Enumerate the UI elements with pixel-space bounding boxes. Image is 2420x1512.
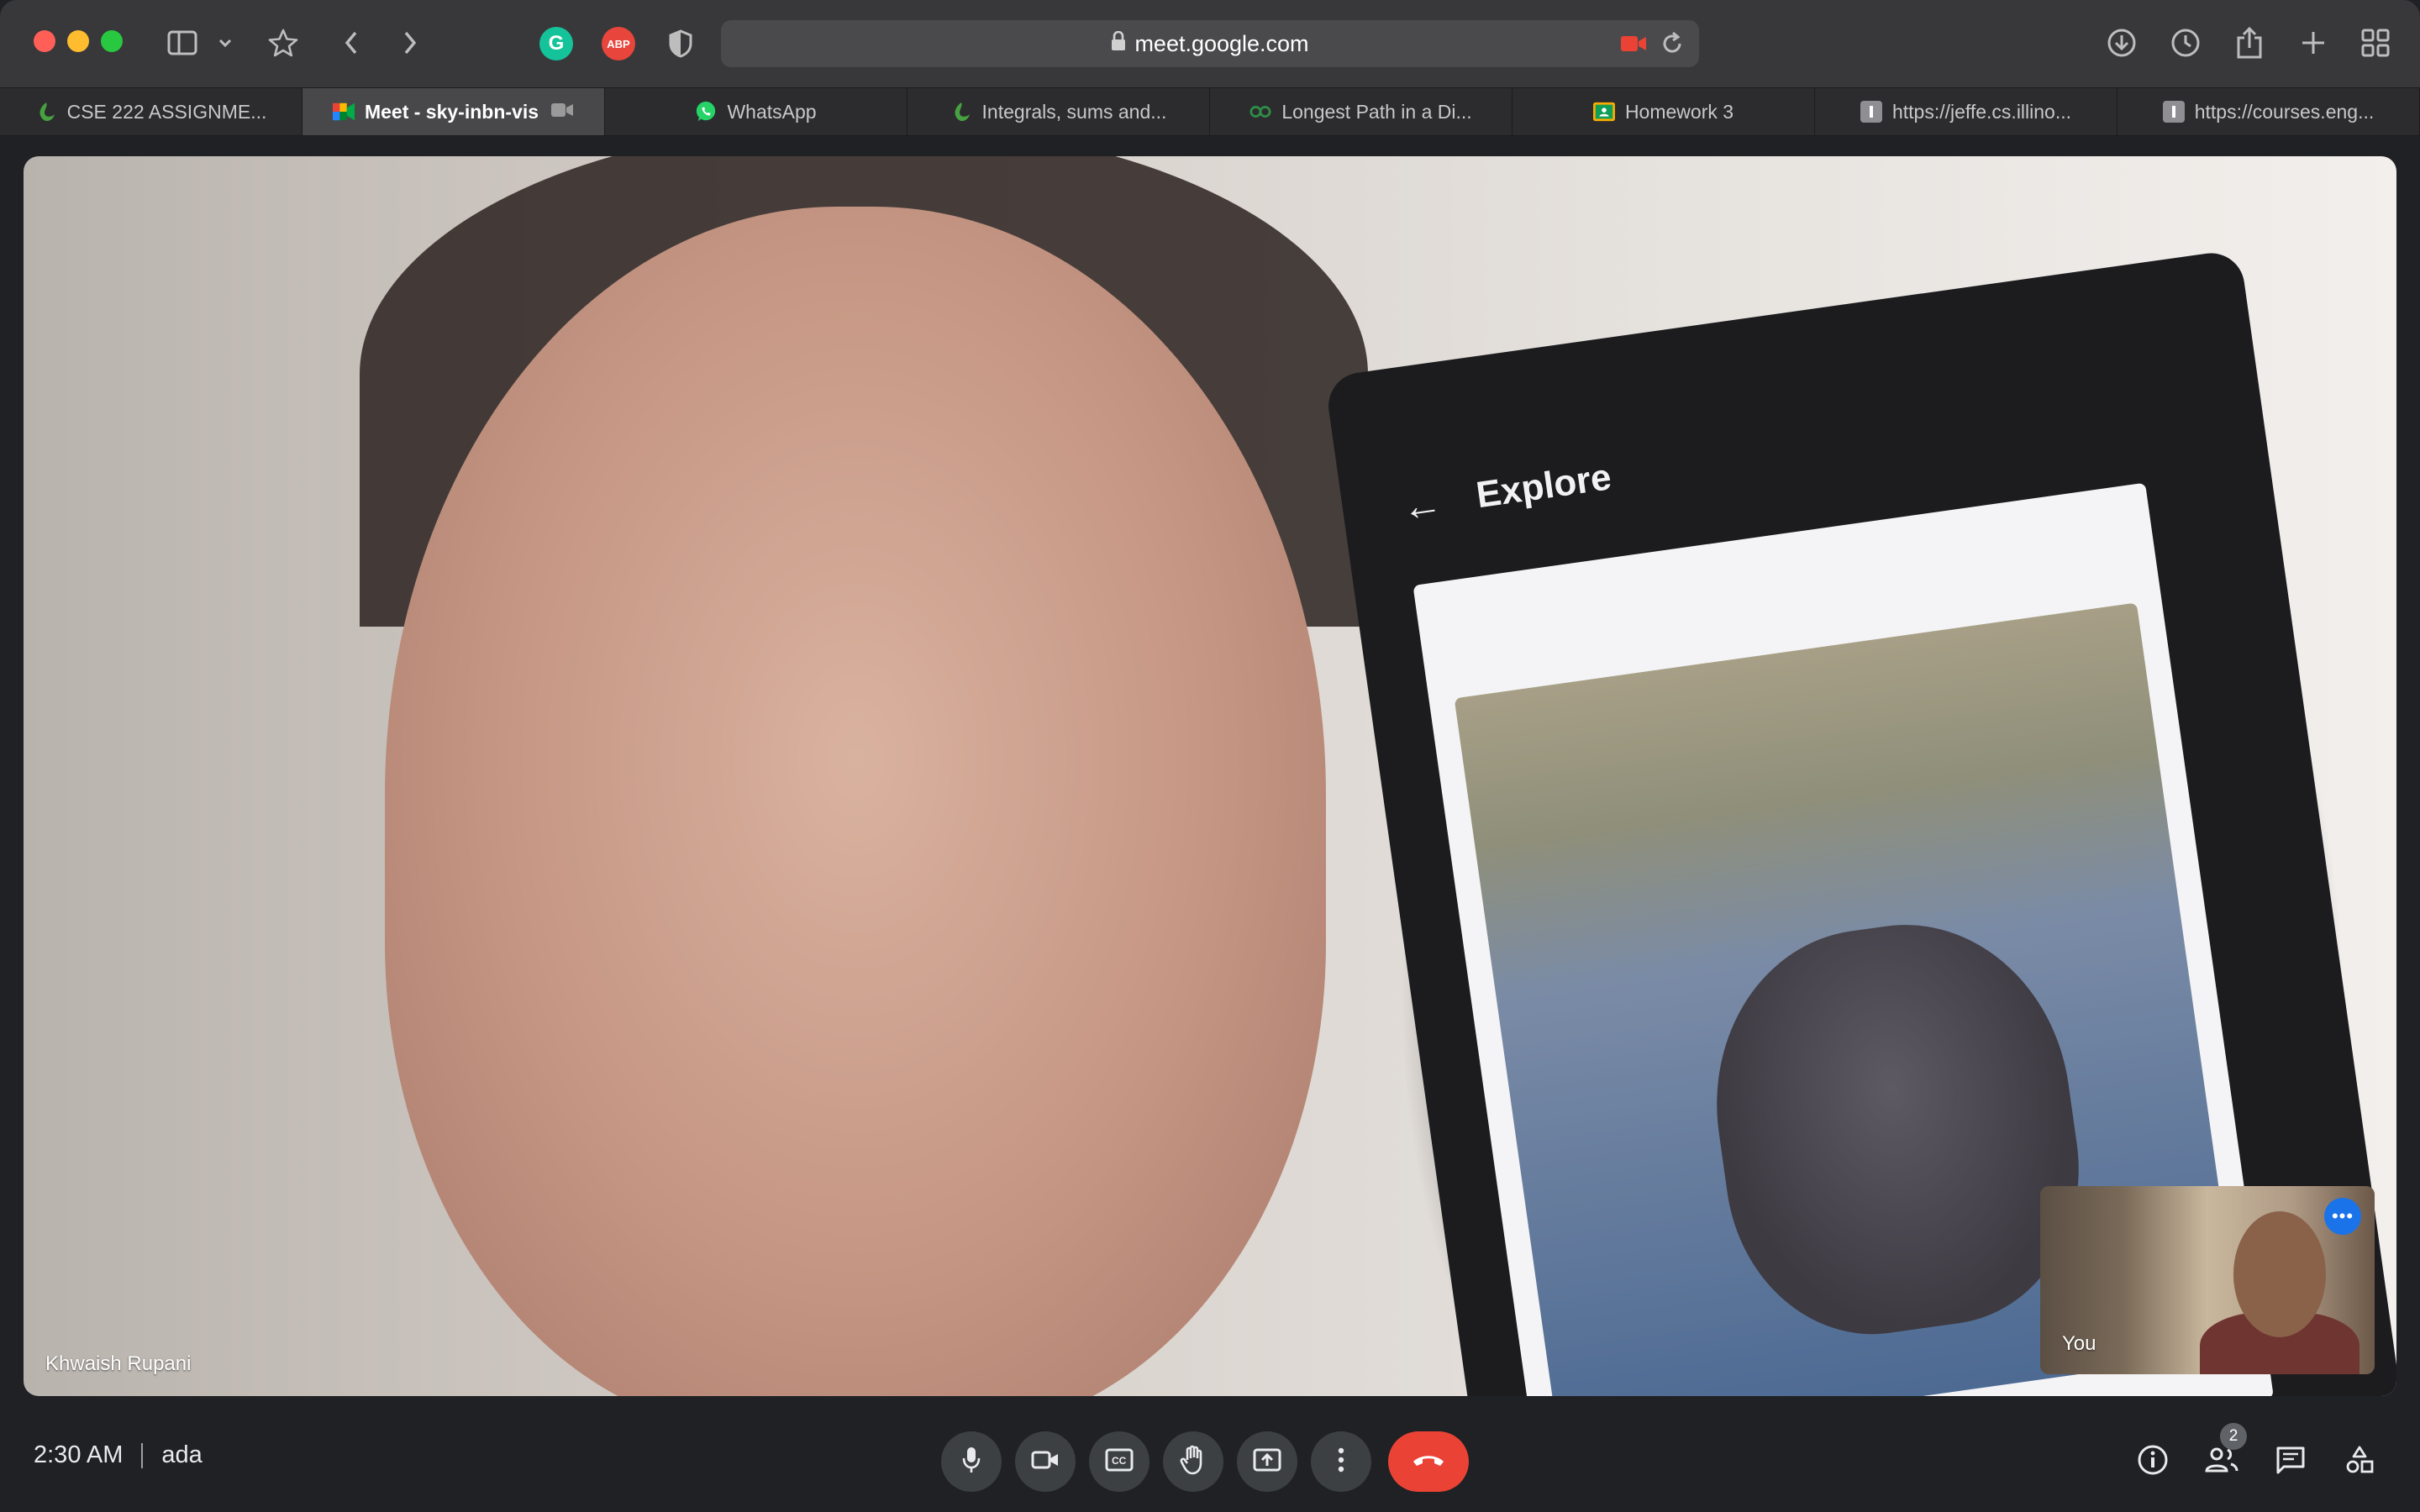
tab-label: https://jeffe.cs.illino... [1891, 100, 2072, 123]
present-screen-button[interactable] [1237, 1431, 1297, 1492]
captions-button[interactable]: CC [1089, 1431, 1150, 1492]
lock-icon [1111, 30, 1126, 57]
tab-integrals-sums[interactable]: Integrals, sums and... [908, 88, 1210, 135]
reload-icon[interactable] [1660, 31, 1684, 62]
participants-button[interactable]: 2 [2202, 1423, 2247, 1482]
new-tab-plus-icon[interactable] [2292, 22, 2334, 64]
meeting-code: ada [161, 1441, 203, 1468]
camera-button[interactable] [1015, 1431, 1076, 1492]
leave-call-button[interactable] [1388, 1431, 1469, 1492]
adblock-icon[interactable]: ABP [602, 27, 635, 60]
tab-whatsapp[interactable]: WhatsApp [605, 88, 908, 135]
camera-active-icon [550, 101, 574, 123]
google-meet-icon [332, 101, 355, 123]
hang-up-phone-icon [1411, 1452, 1446, 1473]
tab-homework-3[interactable]: Homework 3 [1512, 88, 1815, 135]
svg-text:CC: CC [1112, 1455, 1127, 1467]
meeting-time: 2:30 AM [34, 1441, 124, 1468]
more-options-button[interactable] [1311, 1431, 1371, 1492]
sidebar-toggle-icon[interactable] [161, 22, 203, 64]
phone-screen-title: Explore [1473, 456, 1614, 517]
participant-name-label: Khwaish Rupani [45, 1352, 192, 1375]
meeting-control-bar: 2:30 AM ada CC 2 [0, 1411, 2420, 1512]
fullscreen-window-button[interactable] [101, 30, 123, 52]
tab-google-meet[interactable]: Meet - sky-inbn-vis [302, 88, 605, 135]
info-icon [2137, 1444, 2169, 1480]
meeting-details: 2:30 AM ada [34, 1441, 203, 1469]
tab-bar: CSE 222 ASSIGNME... Meet - sky-inbn-vis … [0, 87, 2420, 136]
geeksforgeeks-icon [1249, 101, 1271, 123]
microphone-button[interactable] [941, 1431, 1002, 1492]
video-camera-icon [1031, 1450, 1060, 1474]
participant-count-badge: 2 [2220, 1423, 2247, 1450]
bookmark-star-icon[interactable] [262, 22, 304, 64]
minimize-window-button[interactable] [67, 30, 89, 52]
microphone-icon [961, 1446, 981, 1478]
history-clock-icon[interactable] [2165, 22, 2207, 64]
tab-longest-path[interactable]: Longest Path in a Di... [1210, 88, 1512, 135]
divider [141, 1442, 144, 1468]
letter-i-icon [1860, 101, 1882, 123]
people-icon [2204, 1446, 2239, 1478]
closed-captions-icon: CC [1105, 1448, 1134, 1476]
share-icon[interactable] [2228, 22, 2270, 64]
close-window-button[interactable] [34, 30, 55, 52]
dog-image [1693, 904, 2100, 1353]
tab-label: Meet - sky-inbn-vis [364, 100, 539, 123]
grammarly-icon[interactable]: G [539, 27, 573, 60]
browser-toolbar: G ABP meet.google.com [0, 0, 2420, 87]
tab-label: https://courses.eng... [2194, 100, 2375, 123]
chevron-down-icon[interactable] [215, 22, 235, 64]
tab-label: CSE 222 ASSIGNME... [66, 100, 267, 123]
self-view-video[interactable]: You ••• [2040, 1186, 2375, 1374]
activities-button[interactable] [2339, 1441, 2380, 1482]
meeting-details-button[interactable] [2133, 1441, 2173, 1482]
chat-button[interactable] [2270, 1441, 2311, 1482]
activities-shapes-icon [2344, 1445, 2375, 1479]
vertical-dots-icon [1338, 1447, 1344, 1477]
present-screen-icon [1253, 1448, 1281, 1476]
raise-hand-button[interactable] [1163, 1431, 1223, 1492]
letter-i-icon [2162, 101, 2185, 123]
google-classroom-icon [1592, 101, 1615, 123]
back-arrow-icon: ← [1398, 480, 1445, 531]
forward-arrow-icon[interactable] [395, 22, 425, 64]
more-options-icon[interactable]: ••• [2324, 1198, 2361, 1235]
raise-hand-icon [1180, 1445, 1207, 1479]
tab-cse-222-assignment[interactable]: CSE 222 ASSIGNME... [0, 88, 302, 135]
video-person-face [385, 207, 1326, 1396]
privacy-shield-icon[interactable] [664, 27, 697, 60]
tab-overview-icon[interactable] [2354, 22, 2396, 64]
tab-label: WhatsApp [727, 100, 817, 123]
url-text: meet.google.com [1134, 30, 1309, 56]
downloads-icon[interactable] [2101, 22, 2143, 64]
address-bar[interactable]: meet.google.com [721, 20, 1699, 67]
self-view-person-face [2233, 1211, 2326, 1337]
tab-courses-eng[interactable]: https://courses.eng... [2118, 88, 2420, 135]
tab-label: Homework 3 [1624, 100, 1734, 123]
chat-icon [2275, 1446, 2306, 1478]
overleaf-icon [35, 101, 57, 123]
camera-in-use-icon[interactable] [1620, 34, 1647, 60]
overleaf-icon [950, 101, 972, 123]
tab-jeffe-cs-illinois[interactable]: https://jeffe.cs.illino... [1815, 88, 2118, 135]
tab-label: Longest Path in a Di... [1281, 100, 1472, 123]
back-arrow-icon[interactable] [336, 22, 366, 64]
tab-label: Integrals, sums and... [981, 100, 1167, 123]
browser-window: G ABP meet.google.com CSE 222 ASSIGNME..… [0, 0, 2420, 1512]
self-view-label: You [2062, 1332, 2096, 1355]
whatsapp-icon [695, 101, 717, 123]
